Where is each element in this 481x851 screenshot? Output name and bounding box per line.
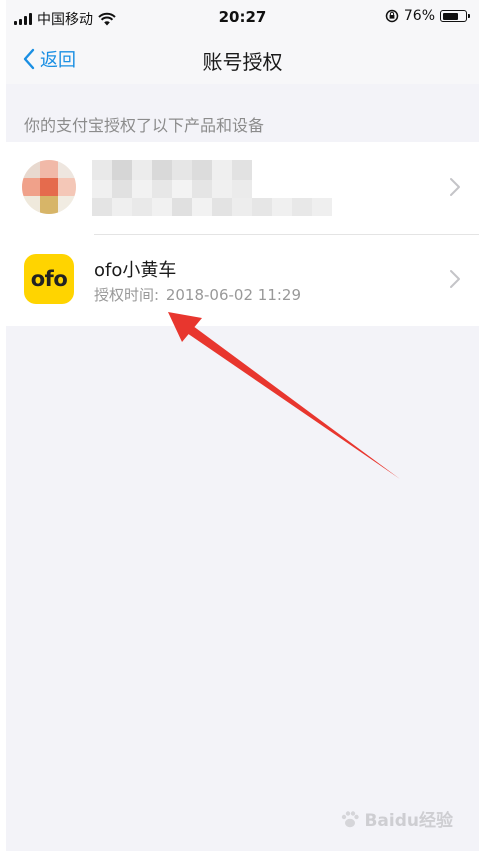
paw-icon [342,810,360,827]
authorization-list: ofo ofo小黄车 授权时间: 2018-06-02 11:29 [6,142,479,326]
section-header: 你的支付宝授权了以下产品和设备 [24,116,265,135]
auth-time-value: 2018-06-02 11:29 [165,286,302,304]
watermark: Baidu经验 [339,806,453,831]
battery-icon [440,10,470,22]
status-bar-right: 76% [385,8,470,24]
blurred-item-text [92,156,342,218]
ofo-logo-icon: ofo [24,254,74,304]
blurred-avatar-icon [22,160,76,214]
authorization-item-ofo[interactable]: ofo ofo小黄车 授权时间: 2018-06-02 11:29 [6,234,479,326]
status-bar: 中国移动 20:27 76% [6,0,479,36]
ofo-logo-text: ofo [30,267,68,291]
rotation-lock-icon [385,9,399,23]
nav-bar: 返回 账号授权 [6,36,479,84]
auth-time-label: 授权时间: [94,286,160,304]
auth-time: 授权时间: 2018-06-02 11:29 [94,284,301,305]
battery-fill [442,12,459,20]
battery-percent: 76% [403,8,435,24]
chevron-right-icon [450,270,460,288]
watermark-text: Baidu经验 [364,811,453,831]
app-name: ofo小黄车 [94,260,177,281]
chevron-right-icon [450,178,460,196]
screen: 中国移动 20:27 76% 返回 账号授权 你的支付宝授权了以下产品和设备 o… [6,0,479,851]
page-title: 账号授权 [202,50,283,74]
authorization-item[interactable] [6,142,479,234]
